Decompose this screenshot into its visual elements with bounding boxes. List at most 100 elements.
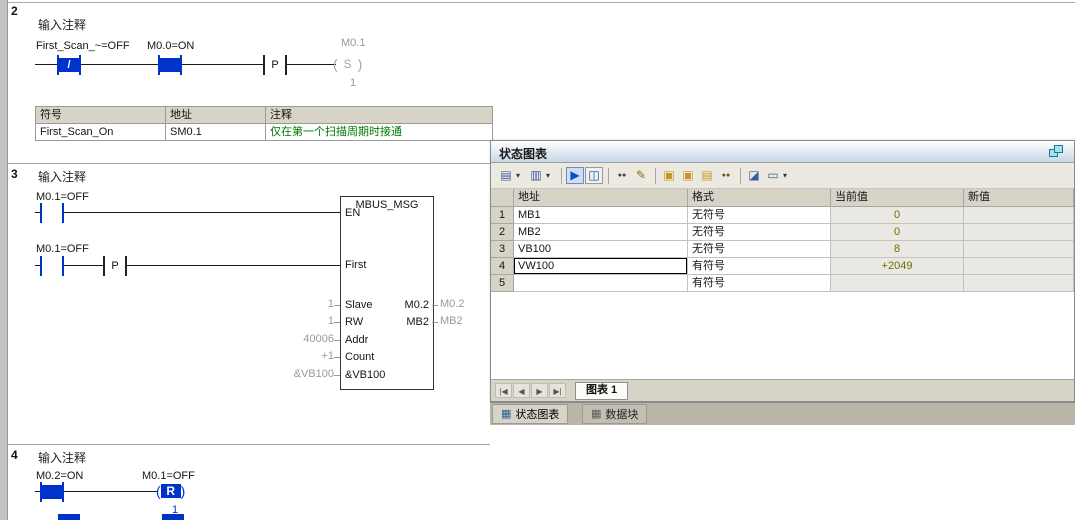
block-input-addr: Addr	[345, 334, 369, 346]
format-cell[interactable]: 有符号	[688, 275, 831, 292]
block-input-count: Count	[345, 351, 375, 363]
format-cell[interactable]: 有符号	[688, 258, 831, 275]
positive-edge-contact[interactable]: P	[103, 256, 127, 276]
address-cell[interactable]: MB1	[514, 207, 688, 224]
block-input-first: First	[345, 259, 367, 271]
first-sheet-button[interactable]: |◀	[495, 383, 512, 398]
prev-sheet-button[interactable]: ◀	[513, 383, 530, 398]
unforce-all-icon[interactable]: ▤	[698, 167, 716, 184]
slave-value: 1	[327, 298, 334, 310]
partial-contact[interactable]	[162, 514, 184, 520]
done-operand-value: M0.2	[440, 298, 465, 310]
new-value-cell[interactable]	[964, 275, 1074, 292]
row-number[interactable]: 1	[491, 207, 514, 224]
unforce-icon[interactable]: ▣	[679, 167, 697, 184]
contact-bar	[180, 55, 182, 75]
address-cell[interactable]: VB100	[514, 241, 688, 258]
read-all-icon[interactable]: ●●	[613, 167, 631, 184]
table-row: 3 VB100 无符号 8	[491, 241, 1074, 258]
new-value-cell[interactable]	[964, 241, 1074, 258]
last-sheet-button[interactable]: ▶|	[549, 383, 566, 398]
no-contact-m02[interactable]	[40, 482, 64, 502]
insert-column-icon[interactable]: ▥	[527, 167, 545, 184]
coil-symbol: S	[343, 57, 352, 71]
read-forced-icon[interactable]: ●●	[717, 167, 735, 184]
dataptr-value: &VB100	[293, 368, 334, 380]
network-separator	[7, 163, 490, 164]
positive-edge-contact[interactable]: P	[263, 55, 287, 75]
status-chart-titlebar[interactable]: 状态图表	[491, 141, 1074, 163]
network-3-comment[interactable]: 输入注释	[38, 168, 86, 185]
param-tick	[334, 340, 340, 341]
dock-tab-label: 状态图表	[515, 409, 560, 421]
write-all-icon[interactable]: ✎	[632, 167, 650, 184]
row-number[interactable]: 3	[491, 241, 514, 258]
address-cell[interactable]	[514, 275, 688, 292]
sort-chart-icon[interactable]: ▤	[497, 167, 515, 184]
table-header-row: 地址 格式 当前值 新值	[491, 189, 1074, 207]
micro-win-workspace: 2 输入注释 First_Scan_~=OFF / M0.0=ON P M0.1…	[0, 0, 1075, 520]
toolbar-separator	[561, 167, 562, 184]
new-value-cell[interactable]	[964, 258, 1074, 275]
addr-value: 40006	[303, 333, 334, 345]
dock-tab-data-block[interactable]: ▦ 数据块	[582, 404, 648, 424]
pause-trend-icon[interactable]: ◫	[585, 167, 603, 184]
no-contact-m01[interactable]	[40, 256, 64, 276]
address-cell-selected[interactable]: VW100	[514, 258, 688, 275]
current-value-cell: 0	[831, 224, 964, 241]
contact-powered-fill	[42, 485, 62, 499]
address-cell[interactable]: MB2	[514, 224, 688, 241]
network-4-comment[interactable]: 输入注释	[38, 449, 86, 466]
sheet-tab-chart1[interactable]: 图表 1	[575, 381, 629, 400]
row-number[interactable]: 2	[491, 224, 514, 241]
network-2-comment[interactable]: 输入注释	[38, 16, 86, 33]
bottom-dock-bar: ▦ 状态图表 ▦ 数据块	[490, 402, 1075, 425]
no-contact-m00[interactable]	[158, 55, 182, 75]
set-coil[interactable]: ( S )	[333, 54, 362, 74]
format-header: 格式	[688, 189, 831, 207]
partial-contact[interactable]	[58, 514, 80, 520]
symbol-table-row: First_Scan_On SM0.1 仅在第一个扫描周期时接通	[36, 124, 493, 141]
status-chart-title: 状态图表	[499, 147, 548, 161]
row-number[interactable]: 4	[491, 258, 514, 275]
table-row: 1 MB1 无符号 0	[491, 207, 1074, 224]
error-operand-value: MB2	[440, 315, 463, 327]
rw-value: 1	[327, 315, 334, 327]
contact-powered-fill: /	[59, 58, 79, 72]
dock-tab-status-chart[interactable]: ▦ 状态图表	[492, 404, 569, 424]
options-dropdown-icon[interactable]: ▾	[783, 171, 792, 180]
chart-status-on-icon[interactable]: ▶	[566, 167, 584, 184]
param-tick	[334, 305, 340, 306]
block-input-rw: RW	[345, 316, 364, 328]
float-window-icon[interactable]	[1049, 145, 1064, 158]
editor-left-margin	[0, 0, 8, 520]
table-row: 4 VW100 有符号 +2049	[491, 258, 1074, 275]
count-value: +1	[321, 350, 334, 362]
set-coil-operand: M0.1	[341, 37, 366, 49]
current-value-header: 当前值	[831, 189, 964, 207]
toolbar-separator	[608, 167, 609, 184]
trend-view-icon[interactable]: ◪	[745, 167, 763, 184]
new-value-cell[interactable]	[964, 207, 1074, 224]
no-contact-m01[interactable]	[40, 203, 64, 223]
param-tick	[334, 322, 340, 323]
sort-dropdown-icon[interactable]: ▾	[516, 171, 525, 180]
insert-dropdown-icon[interactable]: ▾	[546, 171, 555, 180]
symbol-table-header: 符号 地址 注释	[36, 107, 493, 124]
next-sheet-button[interactable]: ▶	[531, 383, 548, 398]
row-number[interactable]: 5	[491, 275, 514, 292]
reset-coil[interactable]: ( R )	[156, 481, 185, 501]
current-value-cell: +2049	[831, 258, 964, 275]
table-icon: ▦	[501, 407, 512, 420]
format-cell[interactable]: 无符号	[688, 241, 831, 258]
new-value-cell[interactable]	[964, 224, 1074, 241]
contact-bar	[62, 256, 64, 276]
format-cell[interactable]: 无符号	[688, 207, 831, 224]
rung-wire	[35, 265, 340, 266]
options-icon[interactable]: ▭	[764, 167, 782, 184]
force-icon[interactable]: ▣	[660, 167, 678, 184]
mbus-msg-block[interactable]: MBUS_MSG EN First Slave RW Addr Count &V…	[340, 196, 434, 390]
format-cell[interactable]: 无符号	[688, 224, 831, 241]
param-tick	[432, 322, 438, 323]
nc-contact-first-scan[interactable]: /	[57, 55, 81, 75]
